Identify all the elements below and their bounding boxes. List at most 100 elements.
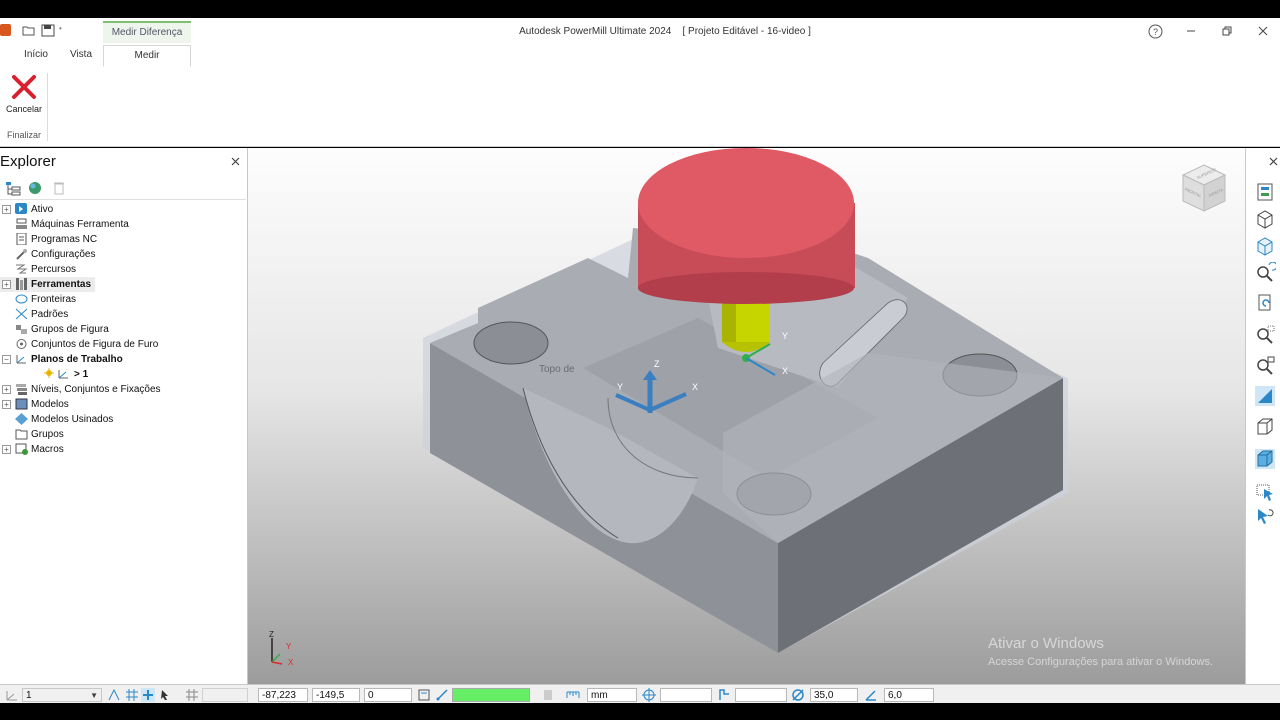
settings-icon [16,249,27,260]
status-empty-field[interactable] [202,688,248,702]
units-field[interactable]: mm [587,688,637,702]
x-coordinate-field[interactable]: -87,223 [258,688,308,702]
axis-label-y: Y [617,382,624,392]
ribbon-tab-bar: Medir Diferença Início Vista Medir [0,21,1280,68]
open-folder-icon[interactable] [22,24,36,37]
tree-item-fronteiras[interactable]: Fronteiras [0,292,120,307]
view-properties-icon[interactable] [1254,181,1276,203]
tool-length-icon[interactable] [717,688,731,702]
close-icon[interactable] [1258,26,1268,36]
tree-item-ativo[interactable]: + Ativo [0,202,120,217]
workplane-select[interactable]: 1 ▼ [22,688,102,702]
tree-item-planos-de-trabalho[interactable]: − Planos de Trabalho [0,352,140,367]
bottom-letterbox [0,703,1280,720]
measure-tool-icon[interactable] [435,688,449,702]
restore-icon[interactable] [1222,26,1232,36]
expand-icon[interactable]: + [2,445,11,454]
expand-icon[interactable]: + [2,385,11,394]
wireframe-view-icon[interactable] [1254,416,1276,438]
delete-icon[interactable] [53,181,65,195]
collapse-icon[interactable]: − [2,355,11,364]
explorer-close-icon[interactable] [231,157,240,166]
coordinate-mode-icon[interactable] [417,688,431,702]
tree-item-programas-nc[interactable]: Programas NC [0,232,120,247]
model-icon [15,398,28,410]
cancel-button[interactable]: Cancelar [4,71,44,119]
app-logo-icon[interactable] [0,24,11,36]
tree-item-label: Planos de Trabalho [31,354,123,365]
cancel-x-icon [12,75,36,99]
tree-item-modelos-usinados[interactable]: Modelos Usinados [0,412,140,427]
tree-item-conjuntos-de-figura-de-furo[interactable]: Conjuntos de Figura de Furo [0,337,170,352]
tree-item-label: Configurações [31,249,96,260]
tree-item-label: Níveis, Conjuntos e Fixações [31,384,161,395]
part-model[interactable] [248,148,1245,684]
graphics-viewport[interactable]: Topo de Z Y X Y X SUPERIOR FRONTAL DIREI… [248,148,1245,684]
ribbon-panel: Cancelar Finalizar [0,67,1280,147]
ribbon-group-label: Finalizar [7,130,42,140]
tree-item-label: Ativo [31,204,54,215]
tab-vista[interactable]: Vista [62,45,100,67]
tab-medir[interactable]: Medir [103,45,191,67]
help-icon[interactable]: ? [1148,24,1163,39]
select-icon[interactable] [1254,481,1276,503]
view-toolbar-close-icon[interactable] [1269,157,1278,166]
snap-icon[interactable] [107,688,121,702]
shaded-view-icon[interactable] [1254,385,1276,407]
zoom-box-icon[interactable] [1254,324,1276,346]
tree-item-grupos-de-figura[interactable]: Grupos de Figura [0,322,140,337]
select-undo-icon[interactable] [1254,506,1276,528]
title-bar: • Autodesk PowerMill Ultimate 2024 [ Pro… [0,18,1280,45]
status-indicator-bar [452,688,530,702]
units-icon[interactable] [566,688,580,702]
expand-icon[interactable]: + [2,400,11,409]
chevron-down-icon: ▼ [90,691,98,700]
shaded-cube-icon[interactable] [1254,235,1276,257]
globe-icon[interactable] [28,181,42,195]
tree-item-maquinas-ferramenta[interactable]: Máquinas Ferramenta [0,217,140,232]
tree-item-ferramentas[interactable]: + Ferramentas [0,277,95,292]
tree-item-macros[interactable]: + Macros [0,442,120,457]
quick-access-more-icon[interactable]: • [59,24,62,33]
tolerance-field[interactable] [660,688,712,702]
grid-icon[interactable] [185,688,199,702]
minimize-icon[interactable] [1186,26,1196,36]
expand-icon[interactable]: + [2,205,11,214]
view-cube[interactable]: SUPERIOR FRONTAL DIREITA [1181,163,1227,213]
pointer-lock-icon[interactable] [158,688,172,702]
z-coordinate-field[interactable]: 0 [364,688,412,702]
tree-item-padroes[interactable]: Padrões [0,307,120,322]
tool-length-field[interactable] [735,688,787,702]
tab-inicio[interactable]: Início [18,45,54,67]
zoom-fit-icon[interactable] [1254,355,1276,377]
ribbon-group-divider [47,73,48,141]
angle-field[interactable]: 6,0 [884,688,934,702]
tree-item-configuracoes[interactable]: Configurações [0,247,120,262]
page-refresh-icon[interactable] [1254,292,1276,314]
tree-item-percursos[interactable]: Percursos [0,262,120,277]
tree-item-label: Máquinas Ferramenta [31,219,129,230]
tree-item-modelos[interactable]: + Modelos [0,397,120,412]
macro-icon [15,443,28,455]
tree-item-label: Padrões [31,309,69,320]
diameter-icon[interactable] [791,688,805,702]
tree-item-niveis-conjuntos-fixacoes[interactable]: + Níveis, Conjuntos e Fixações [0,382,170,397]
save-icon[interactable] [41,24,55,37]
zoom-refresh-icon[interactable] [1254,262,1276,284]
diameter-field[interactable]: 35,0 [810,688,858,702]
snap-active-icon[interactable] [141,688,155,702]
app-title: Autodesk PowerMill Ultimate 2024 [519,26,672,37]
tree-item-grupos[interactable]: Grupos [0,427,120,442]
iso-view-icon[interactable] [1254,208,1276,230]
snap-grid-icon[interactable] [125,688,139,702]
explorer-title: Explorer [0,153,56,170]
tree-view-icon[interactable] [5,181,21,196]
workplane-status-icon [6,691,17,701]
tree-item-workplane-1[interactable]: > 1 [0,367,120,382]
y-coordinate-field[interactable]: -149,5 [312,688,360,702]
shaded-box-view-icon[interactable] [1254,448,1276,470]
tool-status-icon[interactable] [541,688,555,702]
expand-icon[interactable]: + [2,280,11,289]
target-icon[interactable] [642,688,656,702]
angle-icon[interactable] [864,688,878,702]
